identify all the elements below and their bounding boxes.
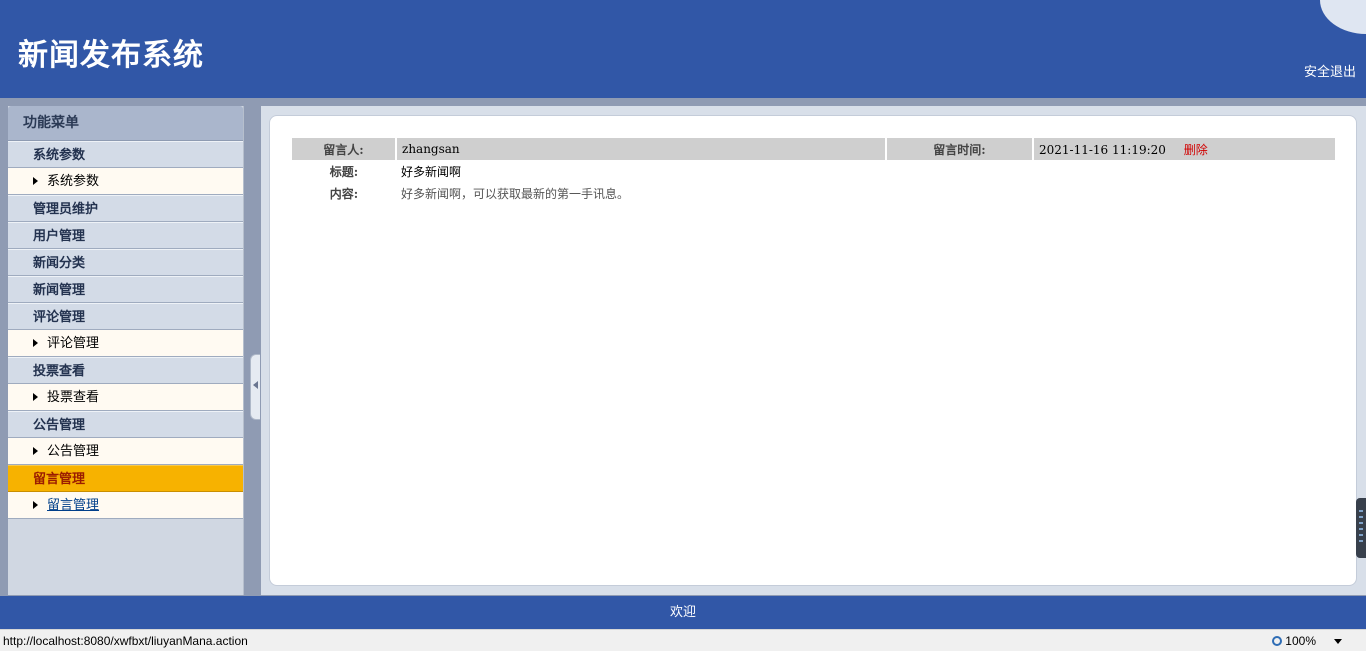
time-value: 2021-11-16 11:19:20 <box>1039 142 1166 157</box>
triangle-right-icon <box>33 393 38 401</box>
menu-group-8[interactable]: 投票查看 <box>8 357 243 384</box>
menu-subitem-label: 公告管理 <box>47 444 100 459</box>
triangle-right-icon <box>33 177 38 185</box>
menu-subitem-1[interactable]: 系统参数 <box>8 168 243 195</box>
zoom-control[interactable]: 100% <box>1272 634 1316 648</box>
sidebar-menu-list: 系统参数 系统参数 管理员维护 用户管理 新闻分类 新闻管理 评论管理 评论管理 投票查看 投票查… <box>8 141 243 519</box>
menu-group-0[interactable]: 系统参数 <box>8 141 243 168</box>
menu-group-10[interactable]: 公告管理 <box>8 411 243 438</box>
zoom-icon <box>1272 636 1283 646</box>
menu-subitem-label: 投票查看 <box>47 390 100 405</box>
menu-group-2[interactable]: 管理员维护 <box>8 195 243 222</box>
browser-status-bar: http://localhost:8080/xwfbxt/liuyanMana.… <box>0 629 1366 651</box>
time-label: 留言时间: <box>886 138 1034 160</box>
message-title-row: 标题: 好多新闻啊 <box>292 160 1335 182</box>
menu-group-6[interactable]: 评论管理 <box>8 303 243 330</box>
zoom-dropdown-icon[interactable] <box>1334 639 1342 644</box>
status-url: http://localhost:8080/xwfbxt/liuyanMana.… <box>3 634 248 648</box>
message-header-row: 留言人: zhangsan 留言时间: 2021-11-16 11:19:20 … <box>292 138 1335 160</box>
author-label: 留言人: <box>292 138 397 160</box>
content-value: 好多新闻啊，可以获取最新的第一手讯息。 <box>396 182 1335 204</box>
title-label: 标题: <box>292 160 396 182</box>
collapse-left-icon <box>253 381 258 389</box>
sidebar-collapse-toggle[interactable] <box>250 354 260 420</box>
delete-link[interactable]: 删除 <box>1184 143 1208 157</box>
menu-subitem-7[interactable]: 评论管理 <box>8 330 243 357</box>
message-content-row: 内容: 好多新闻啊，可以获取最新的第一手讯息。 <box>292 182 1335 204</box>
menu-subitem-9[interactable]: 投票查看 <box>8 384 243 411</box>
logout-link[interactable]: 安全退出 <box>1304 61 1356 80</box>
menu-subitem-label: 系统参数 <box>47 174 100 189</box>
message-table: 留言人: zhangsan 留言时间: 2021-11-16 11:19:20 … <box>292 138 1335 204</box>
menu-group-4[interactable]: 新闻分类 <box>8 249 243 276</box>
app-title: 新闻发布系统 <box>18 38 204 73</box>
triangle-right-icon <box>33 501 38 509</box>
menu-subitem-11[interactable]: 公告管理 <box>8 438 243 465</box>
sidebar-menu-title: 功能菜单 <box>8 106 243 141</box>
menu-subitem-label: 留言管理 <box>47 498 100 513</box>
menu-subitem-label: 评论管理 <box>47 336 100 351</box>
sidebar: 功能菜单 系统参数 系统参数 管理员维护 用户管理 新闻分类 新闻管理 评论管理 评论管理 投票… <box>8 106 244 595</box>
triangle-right-icon <box>33 447 38 455</box>
menu-group-3[interactable]: 用户管理 <box>8 222 243 249</box>
triangle-right-icon <box>33 339 38 347</box>
side-panel-handle[interactable] <box>1356 498 1366 558</box>
footer: 欢迎 <box>0 596 1366 629</box>
author-value: zhangsan <box>396 138 887 160</box>
title-value: 好多新闻啊 <box>396 160 1335 182</box>
header-corner-decoration <box>1320 0 1366 34</box>
main-content: 留言人: zhangsan 留言时间: 2021-11-16 11:19:20 … <box>269 115 1357 586</box>
menu-subitem-13[interactable]: 留言管理 <box>8 492 243 519</box>
header: 新闻发布系统 安全退出 <box>0 0 1366 98</box>
zoom-level: 100% <box>1285 634 1316 648</box>
menu-group-5[interactable]: 新闻管理 <box>8 276 243 303</box>
content-label: 内容: <box>292 182 396 204</box>
time-cell: 2021-11-16 11:19:20 删除 <box>1033 138 1335 160</box>
menu-group-12[interactable]: 留言管理 <box>8 465 243 492</box>
